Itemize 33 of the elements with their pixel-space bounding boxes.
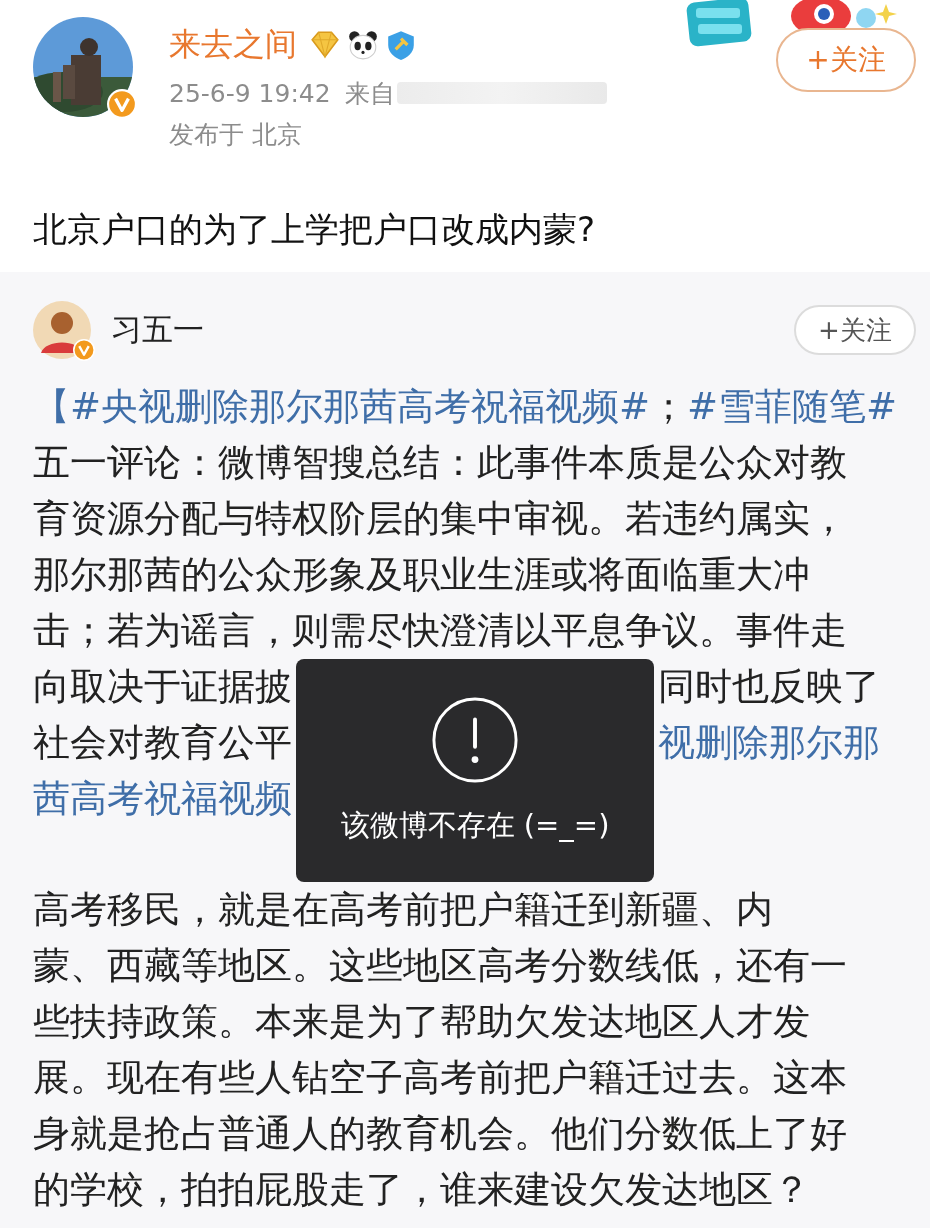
- follow-button[interactable]: +关注: [794, 305, 916, 355]
- shield-icon: [385, 29, 417, 61]
- body-text: 高考移民，就是在高考前把户籍迁到新疆、内: [33, 888, 773, 931]
- body-text: 同时也反映了: [658, 665, 880, 708]
- avatar-icon: [33, 301, 91, 359]
- warning-icon: [431, 695, 519, 784]
- hashtag-link[interactable]: #雪菲随笔#: [687, 385, 898, 428]
- hashtag-link[interactable]: 【#央视删除那尔那茜高考祝福视频#: [33, 385, 650, 428]
- verified-icon: [73, 339, 95, 361]
- body-text: 那尔那茜的公众形象及职业生涯或将面临重大冲: [33, 553, 810, 596]
- body-text: 蒙、西藏等地区。这些地区高考分数线低，还有一: [33, 944, 847, 987]
- toast-message: 该微博不存在 (=_=): [340, 806, 610, 844]
- verified-icon: [107, 89, 137, 119]
- body-text: 社会对教育公平: [33, 721, 292, 764]
- body-text: 展。现在有些人钻空子高考前把户籍迁过去。这本: [33, 1056, 847, 1099]
- body-text: 身就是抢占普通人的教育机会。他们分数低上了好: [33, 1112, 847, 1155]
- body-text: 的学校，拍拍屁股走了，谁来建设欠发达地区？: [33, 1168, 810, 1211]
- post-text: 北京户口的为了上学把户口改成内蒙?: [33, 208, 597, 251]
- body-text: 些扶持政策。本来是为了帮助欠发达地区人才发: [33, 1000, 810, 1043]
- hashtag-link[interactable]: 视删除那尔那: [658, 721, 880, 764]
- post-time: 25-6-9 19:42: [169, 78, 331, 108]
- author-name[interactable]: 习五一: [111, 309, 794, 351]
- body-text: ；: [650, 385, 687, 428]
- follow-button[interactable]: +关注: [776, 28, 916, 92]
- post-location: 发布于 北京: [169, 119, 303, 151]
- body-text: 育资源分配与特权阶层的集中审视。若违约属实，: [33, 497, 847, 540]
- hashtag-link[interactable]: 茜高考祝福视频: [33, 777, 292, 820]
- post-source: 来自: [344, 77, 395, 110]
- author-name[interactable]: 来去之间: [169, 23, 297, 67]
- body-text: 向取决于证据披: [33, 665, 292, 708]
- body-text: 五一评论：微博智搜总结：此事件本质是公众对教: [33, 441, 847, 484]
- body-text: 击；若为谣言，则需尽快澄清以平息争议。事件走: [33, 609, 847, 652]
- panda-icon: [347, 29, 379, 61]
